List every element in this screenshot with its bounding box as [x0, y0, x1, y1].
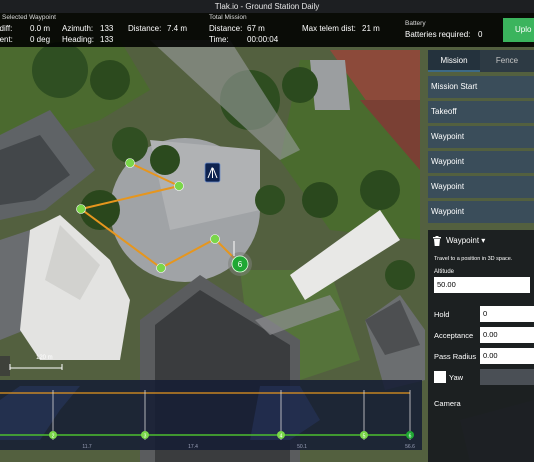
batteries-required-value: 0 — [478, 30, 483, 39]
chevron-down-icon: ▾ — [481, 236, 486, 245]
acceptance-field[interactable]: 0.00 — [480, 327, 534, 343]
distance-label: Distance: — [128, 24, 162, 33]
profile-waypoint-number: 6 — [409, 434, 412, 440]
selected-waypoint-header: Selected Waypoint — [2, 14, 56, 21]
total-distance-value: 67 m — [247, 24, 265, 33]
alt-diff-label: Alt diff: — [0, 24, 13, 33]
total-mission-header: Total Mission — [209, 14, 247, 21]
upload-button[interactable]: Uplo — [503, 18, 534, 42]
profile-axis-tick: 50.1 — [297, 444, 307, 450]
max-telem-label: Max telem dist: — [302, 24, 356, 33]
current-waypoint-number: 6 — [238, 260, 243, 269]
tab-mission[interactable]: Mission — [428, 50, 480, 72]
distance-value: 7.4 m — [167, 24, 188, 33]
altitude-label: Altitude — [434, 269, 455, 275]
hold-label: Hold — [434, 310, 450, 319]
profile-axis-tick: 56.6 — [405, 444, 415, 450]
profile-axis-tick: 17.4 — [188, 444, 198, 450]
alt-diff-value: 0.0 m — [30, 24, 51, 33]
pass-radius-field[interactable]: 0.00 — [480, 348, 534, 364]
profile-axis-tick: 11.7 — [82, 444, 92, 450]
altitude-profile: 2 3 4 5 6 11.7 17.4 50.1 56.6 — [0, 380, 422, 450]
total-time-value: 00:00:04 — [247, 35, 279, 44]
profile-waypoint-number: 3 — [144, 434, 147, 440]
editor-title: Waypoint — [446, 236, 480, 245]
waypoint-marker-3[interactable] — [76, 204, 86, 214]
trash-icon[interactable] — [432, 236, 442, 246]
command-selector[interactable]: Waypoint ▾ — [446, 236, 485, 245]
heading-value: 133 — [100, 35, 114, 44]
mission-item-waypoint[interactable]: Waypoint — [428, 126, 534, 148]
plan-tabs: Mission Fence — [428, 50, 534, 72]
altitude-field[interactable]: 50.00 — [434, 277, 530, 293]
azimuth-label: Azimuth: — [62, 24, 94, 33]
mission-item-start[interactable]: Mission Start — [428, 76, 534, 98]
profile-waypoint-number: 4 — [280, 434, 283, 440]
mission-toolbar: Selected Waypoint Alt diff: 0.0 m Gradie… — [0, 13, 534, 47]
mission-panel: Mission Fence Mission Start Takeoff Wayp… — [428, 50, 534, 462]
yaw-field — [480, 369, 534, 385]
yaw-checkbox[interactable] — [434, 371, 446, 383]
waypoint-marker-2[interactable] — [174, 181, 184, 191]
mission-item-waypoint[interactable]: Waypoint — [428, 176, 534, 198]
batteries-required-label: Batteries required: — [405, 30, 471, 39]
mission-item-waypoint[interactable]: Waypoint — [428, 151, 534, 173]
max-telem-value: 21 m — [362, 24, 380, 33]
waypoint-editor: Waypoint ▾ Travel to a position in 3D sp… — [428, 230, 534, 462]
mission-item-waypoint[interactable]: Waypoint — [428, 201, 534, 223]
total-time-label: Time: — [209, 35, 229, 44]
profile-waypoint-number: 5 — [363, 434, 366, 440]
azimuth-value: 133 — [100, 24, 114, 33]
yaw-label: Yaw — [449, 373, 464, 382]
battery-header: Battery — [405, 20, 426, 27]
profile-waypoint-number: 2 — [52, 434, 55, 440]
command-description: Travel to a position in 3D space. — [434, 256, 513, 262]
waypoint-marker-5[interactable] — [210, 234, 220, 244]
waypoint-marker-1[interactable] — [125, 158, 135, 168]
acceptance-label: Acceptance — [434, 331, 474, 340]
map-scale — [0, 356, 63, 376]
map-scale-label: 120 m — [36, 355, 53, 361]
gradient-value: 0 deg — [30, 35, 51, 44]
pass-radius-label: Pass Radius — [434, 352, 477, 361]
heading-label: Heading: — [62, 35, 95, 44]
mission-item-takeoff[interactable]: Takeoff — [428, 101, 534, 123]
tab-fence[interactable]: Fence — [480, 50, 534, 72]
total-distance-label: Distance: — [209, 24, 243, 33]
gradient-label: Gradient: — [0, 35, 13, 44]
waypoint-marker-4[interactable] — [156, 263, 166, 273]
camera-section-label: Camera — [434, 399, 461, 408]
hold-field[interactable]: 0 — [480, 306, 534, 322]
window-title: Tlak.io - Ground Station Daily — [0, 0, 534, 13]
